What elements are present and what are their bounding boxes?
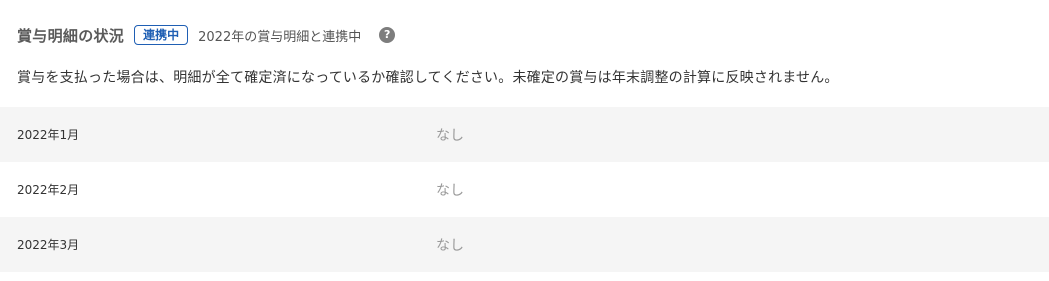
bonus-month-list: 2022年1月 なし 2022年2月 なし 2022年3月 なし <box>0 107 1049 272</box>
list-item: 2022年1月 なし <box>0 107 1049 162</box>
row-month: 2022年2月 <box>17 183 80 197</box>
section-header: 賞与明細の状況 連携中 2022年の賞与明細と連携中 ? <box>17 22 396 48</box>
list-item: 2022年3月 なし <box>0 217 1049 272</box>
row-month: 2022年3月 <box>17 238 80 252</box>
row-value: なし <box>436 237 464 254</box>
question-circle-icon[interactable]: ? <box>379 27 396 43</box>
row-value: なし <box>436 127 464 144</box>
status-badge: 連携中 <box>134 25 189 45</box>
row-value: なし <box>436 182 464 199</box>
link-status-text: 2022年の賞与明細と連携中 <box>198 29 362 45</box>
section-title: 賞与明細の状況 <box>17 26 125 45</box>
row-month: 2022年1月 <box>17 128 80 142</box>
description-text: 賞与を支払った場合は、明細が全て確定済になっているか確認してください。未確定の賞… <box>17 70 839 86</box>
list-item: 2022年2月 なし <box>0 162 1049 217</box>
